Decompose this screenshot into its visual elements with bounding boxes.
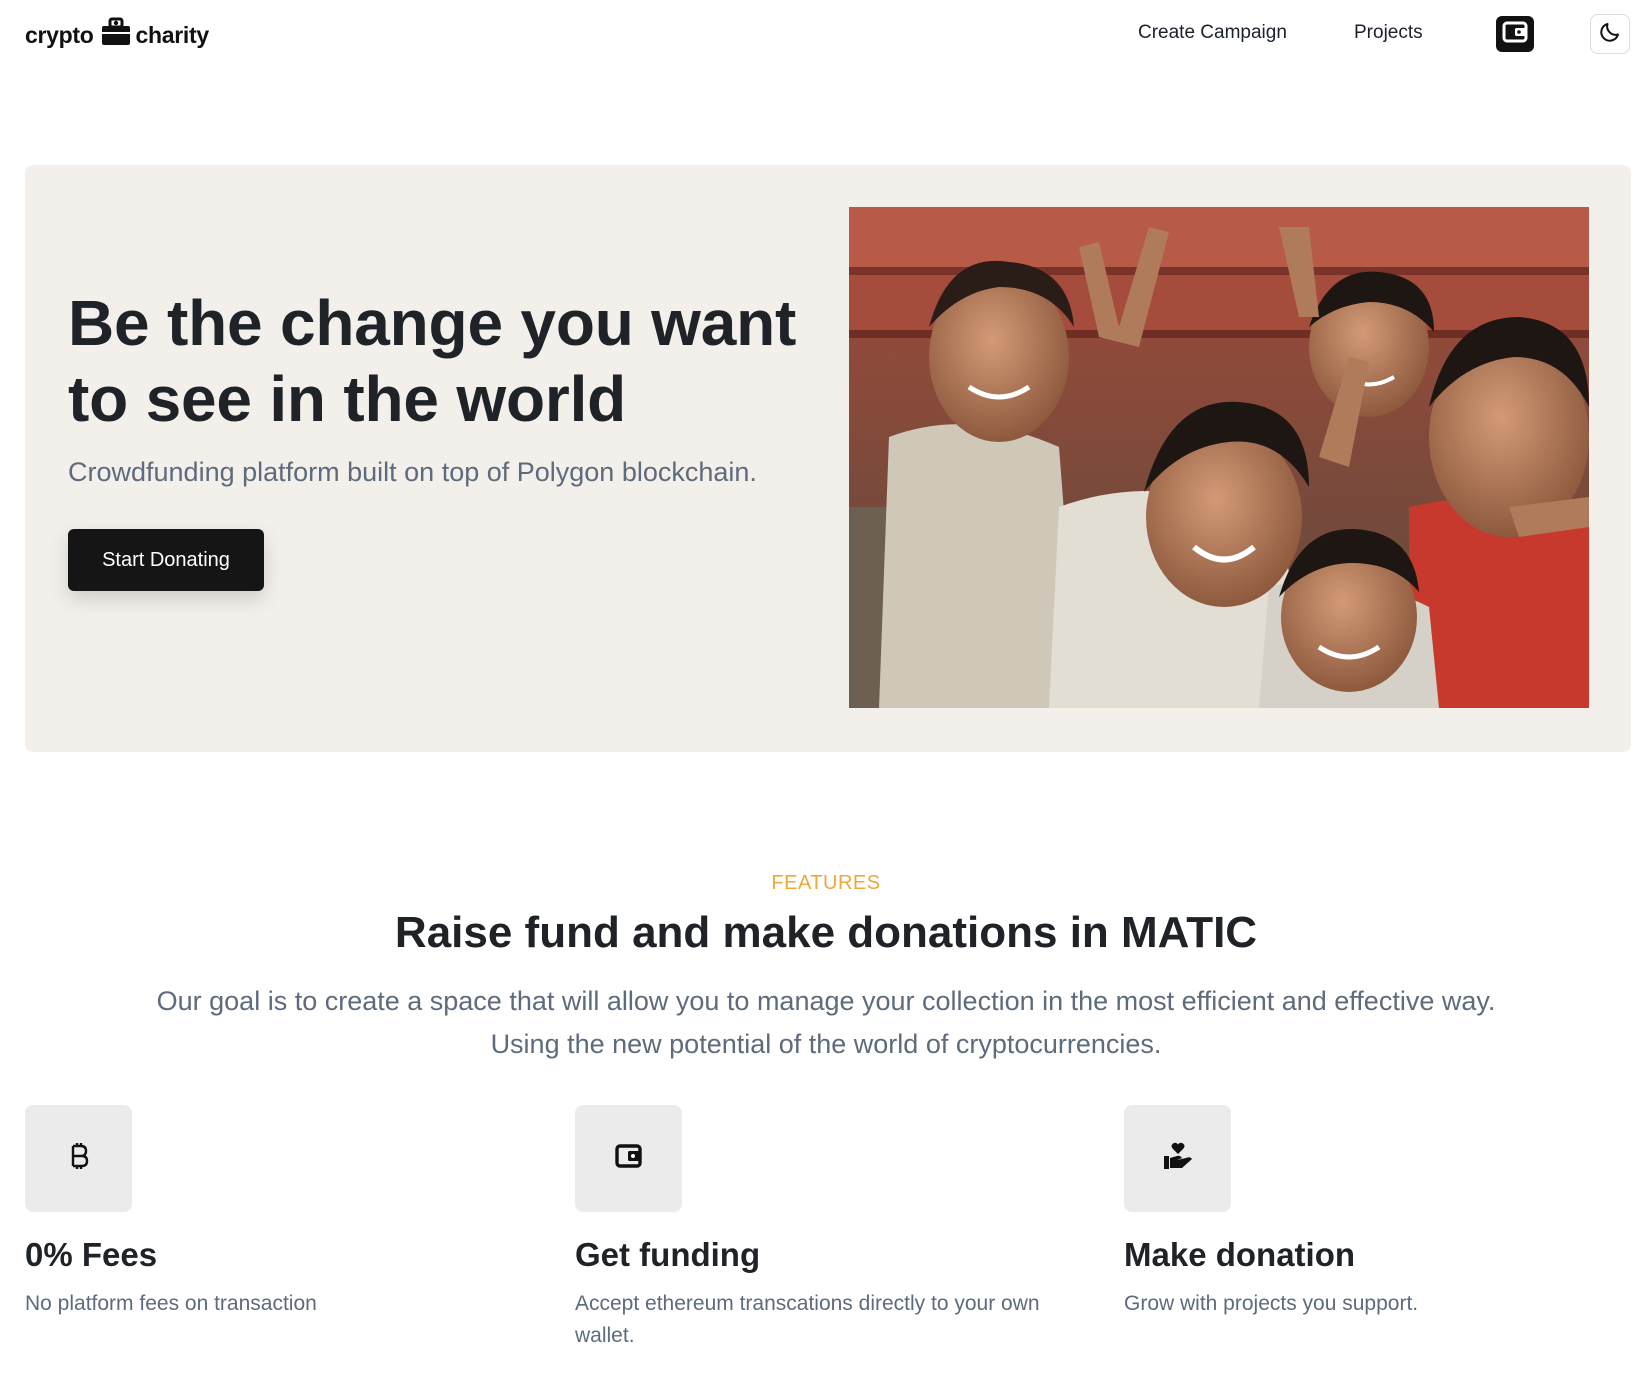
- feature-icon-box: [1124, 1105, 1231, 1212]
- hero-title: Be the change you want to see in the wor…: [68, 287, 797, 435]
- nav-projects[interactable]: Projects: [1354, 22, 1423, 44]
- brand-text-left: crypto: [25, 21, 94, 48]
- feature-title: Make donation: [1124, 1236, 1356, 1273]
- features-eyebrow: FEATURES: [771, 872, 881, 894]
- feature-card-donation: Make donation Grow with projects you sup…: [1124, 1105, 1624, 1320]
- brand-text-right: charity: [135, 21, 210, 48]
- features-description: Our goal is to create a space that will …: [0, 980, 1652, 1066]
- feature-card-funding: Get funding Accept ethereum transcations…: [575, 1105, 1045, 1352]
- hero-image: [849, 207, 1589, 708]
- wallet-icon: [1502, 20, 1528, 49]
- feature-icon-box: [25, 1105, 132, 1212]
- features-description-line2: Using the new potential of the world of …: [490, 1029, 1162, 1059]
- connect-wallet-button[interactable]: [1496, 16, 1534, 52]
- feature-text: No platform fees on transaction: [25, 1292, 317, 1315]
- wallet-icon: [614, 1143, 643, 1174]
- features-title: Raise fund and make donations in MATIC: [394, 908, 1258, 957]
- hero-section: Be the change you want to see in the wor…: [25, 165, 1631, 752]
- feature-card-fees: 0% Fees No platform fees on transaction: [25, 1105, 525, 1320]
- features-description-line1: Our goal is to create a space that will …: [156, 986, 1496, 1016]
- feature-text: Accept ethereum transcations directly to…: [575, 1292, 1040, 1347]
- feature-icon-box: [575, 1105, 682, 1212]
- feature-title: Get funding: [575, 1236, 761, 1273]
- theme-toggle-button[interactable]: [1590, 14, 1630, 54]
- feature-title: 0% Fees: [25, 1236, 158, 1273]
- hero-subtitle: Crowdfunding platform built on top of Po…: [68, 457, 757, 487]
- briefcase-icon: [100, 17, 132, 53]
- moon-icon: [1598, 20, 1622, 49]
- navbar: crypto charity Create Campaign Projects: [0, 0, 1652, 74]
- start-donating-button[interactable]: Start Donating: [68, 529, 264, 591]
- nav-create-campaign[interactable]: Create Campaign: [1138, 22, 1287, 44]
- children-photo-illustration: [849, 207, 1589, 708]
- brand-logo[interactable]: crypto charity: [25, 17, 209, 53]
- hand-heart-icon: [1162, 1141, 1194, 1176]
- feature-text: Grow with projects you support.: [1124, 1292, 1419, 1315]
- bitcoin-icon: [68, 1142, 90, 1175]
